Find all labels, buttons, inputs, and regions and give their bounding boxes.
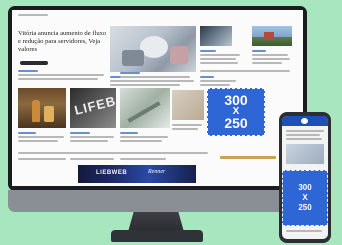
section-label-bar [18, 14, 48, 16]
bottom-l-1 [18, 158, 66, 160]
phone-line-3 [286, 138, 322, 140]
divider-right-1 [200, 70, 290, 72]
cap-c-2 [120, 140, 162, 142]
left-tag [18, 70, 38, 72]
thumb-2-line-3 [252, 62, 282, 64]
bottom-r-1 [120, 158, 166, 160]
phone-screen: 300 X 250 [282, 116, 328, 239]
cap-b-1 [70, 136, 114, 138]
mid-line-1 [120, 76, 190, 78]
monitor-base [111, 230, 203, 242]
left-line-2 [18, 78, 98, 80]
thumb-right-bottom[interactable] [172, 90, 204, 120]
thumb-news-2[interactable] [252, 26, 292, 46]
thumb-2-line-2 [252, 58, 290, 60]
mid-tag [120, 72, 140, 74]
ad-height: 250 [224, 115, 248, 131]
billboard-text: LIFEB [72, 93, 116, 118]
cap-a-2 [18, 140, 58, 142]
cap-b-2 [70, 140, 108, 142]
main-headline[interactable]: Vitória anuncia aumento de fluxo e reduç… [18, 30, 108, 54]
leaderboard-brand-left: LIEBWEB [96, 170, 128, 176]
thumb-1-line-2 [200, 58, 236, 60]
thumb-2-tag [252, 50, 266, 52]
mobile-ad-times: X [302, 193, 308, 202]
thumb-drinks[interactable] [18, 88, 66, 128]
mobile-ad-height: 250 [298, 203, 312, 212]
phone-line-bottom [286, 230, 322, 232]
phone-logo-icon [301, 118, 308, 124]
thumb-vaccine[interactable] [120, 88, 170, 128]
right-tag-2 [200, 76, 214, 78]
thumb-2-line-1 [252, 54, 288, 56]
phone-thumb[interactable] [286, 144, 324, 164]
thumb-1-tag [200, 50, 216, 52]
monitor-screen: Vitória anuncia aumento de fluxo e reduç… [12, 10, 303, 186]
thumb-lifeb[interactable]: LIFEB [70, 88, 116, 128]
mobile-ad-300x250[interactable]: 300 X 250 [282, 170, 328, 226]
thumb-1-line-3 [200, 62, 238, 64]
leaderboard-brand-right: Renner [148, 169, 166, 175]
mid-line-2 [120, 80, 180, 82]
right-line-2b [200, 84, 230, 86]
hero-caption-2 [110, 84, 180, 86]
phone-line-1 [286, 130, 324, 132]
cap-c-1 [120, 136, 168, 138]
rb-line-2 [172, 128, 198, 130]
monitor-stand [128, 212, 184, 232]
bottom-m-1 [70, 158, 114, 160]
desktop-ad-300x250[interactable]: 300 X 250 [207, 88, 265, 136]
right-line-2a [200, 80, 236, 82]
bottom-divider [18, 152, 208, 154]
phone-line-2 [286, 134, 320, 136]
thumb-news-1[interactable] [200, 26, 232, 46]
thumb-1-line-1 [200, 54, 240, 56]
cap-a-tag [18, 132, 36, 134]
cap-c-tag [120, 132, 138, 134]
cta-bar[interactable] [220, 156, 276, 159]
phone-header [282, 116, 328, 126]
mobile-ad-width: 300 [298, 183, 312, 192]
hero-image[interactable] [110, 26, 196, 72]
rb-line-1 [172, 124, 202, 126]
category-pill[interactable] [20, 61, 48, 65]
cap-a-1 [18, 136, 64, 138]
left-line-1 [18, 74, 104, 76]
leaderboard-banner[interactable]: LIEBWEB Renner [78, 165, 196, 183]
monitor-chin [8, 190, 307, 212]
cap-b-tag [70, 132, 90, 134]
